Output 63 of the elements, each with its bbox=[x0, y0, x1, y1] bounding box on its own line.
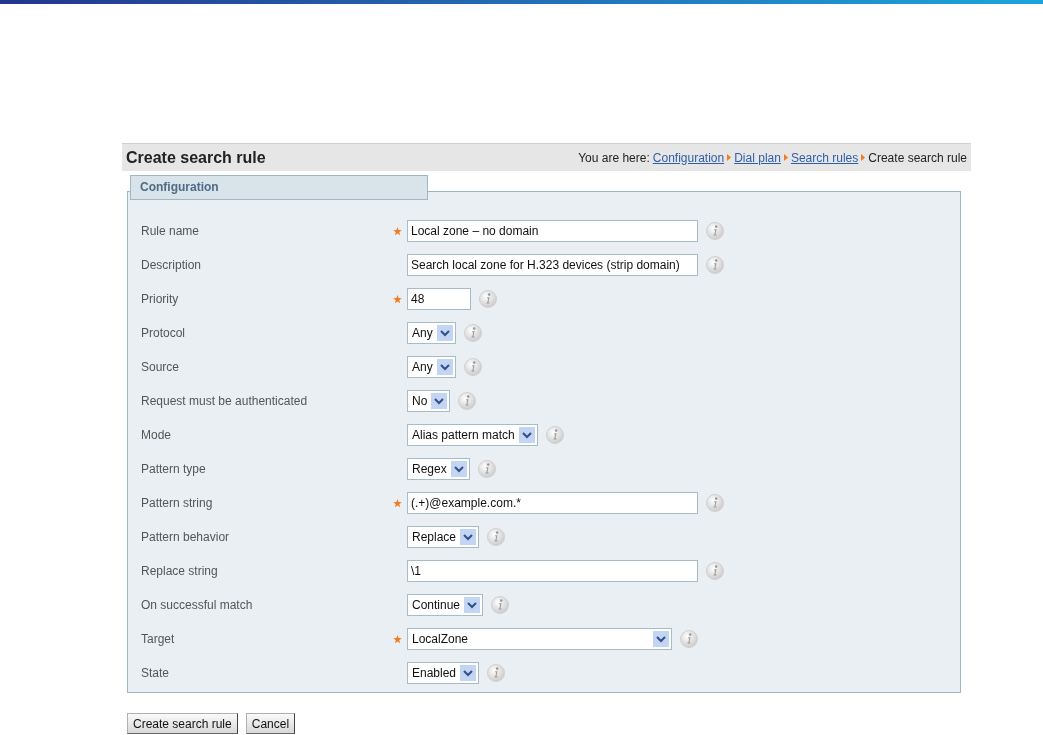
info-icon[interactable] bbox=[487, 664, 506, 682]
field-label: Priority bbox=[141, 291, 180, 308]
breadcrumb-current: Create search rule bbox=[868, 149, 967, 167]
chevron-down-icon bbox=[460, 529, 477, 545]
info-icon[interactable] bbox=[479, 290, 497, 308]
dropdown[interactable]: Any bbox=[407, 356, 456, 378]
breadcrumb-label: You are here: bbox=[578, 149, 650, 167]
chevron-down-icon bbox=[653, 631, 669, 647]
info-icon[interactable] bbox=[706, 222, 724, 240]
arrow-icon bbox=[783, 154, 788, 161]
info-icon[interactable] bbox=[545, 426, 564, 444]
field-label: State bbox=[141, 665, 171, 682]
dropdown[interactable]: Replace bbox=[407, 526, 480, 548]
chevron-down-icon bbox=[431, 393, 448, 409]
chevron-down-icon bbox=[450, 461, 467, 477]
dropdown[interactable]: Enabled bbox=[407, 662, 480, 684]
dropdown[interactable]: Any bbox=[407, 322, 456, 344]
field-label: Pattern type bbox=[141, 461, 207, 478]
chevron-down-icon bbox=[464, 597, 481, 613]
dropdown[interactable]: No bbox=[407, 390, 451, 412]
chevron-down-icon bbox=[436, 359, 453, 375]
chevron-down-icon bbox=[460, 665, 477, 681]
text-field[interactable]: 48 bbox=[407, 288, 471, 310]
form-button[interactable]: Create search rule bbox=[127, 713, 238, 734]
field-label: Mode bbox=[141, 427, 173, 444]
text-field[interactable]: Search local zone for H.323 devices (strip domain) bbox=[407, 254, 698, 276]
field-label: Request must be authenticated bbox=[141, 393, 309, 410]
page-title: Create search rule bbox=[126, 147, 266, 168]
chevron-down-icon bbox=[518, 427, 535, 443]
dropdown[interactable]: Alias pattern match bbox=[407, 424, 538, 446]
dropdown[interactable]: Regex bbox=[407, 458, 470, 480]
field-label: Target bbox=[141, 631, 176, 648]
info-icon[interactable] bbox=[706, 256, 724, 274]
chevron-down-icon bbox=[436, 325, 453, 341]
info-icon[interactable] bbox=[463, 324, 482, 342]
text-field[interactable]: Local zone – no domain bbox=[407, 220, 698, 242]
field-label: Protocol bbox=[141, 325, 187, 342]
info-icon[interactable] bbox=[458, 392, 477, 410]
info-icon[interactable] bbox=[491, 596, 510, 614]
arrow-icon bbox=[727, 154, 732, 161]
text-field[interactable]: \1 bbox=[407, 560, 698, 582]
field-label: Replace string bbox=[141, 563, 219, 580]
field-label: Pattern behavior bbox=[141, 529, 231, 546]
field-label: Source bbox=[141, 359, 181, 376]
section-legend: Configuration bbox=[130, 175, 428, 200]
info-icon[interactable] bbox=[706, 562, 724, 580]
info-icon[interactable] bbox=[487, 528, 506, 546]
info-icon[interactable] bbox=[680, 630, 698, 648]
text-field[interactable]: (.+)@example.com.* bbox=[407, 492, 698, 514]
info-icon[interactable] bbox=[706, 494, 724, 512]
arrow-icon bbox=[861, 154, 866, 161]
dropdown[interactable]: LocalZone bbox=[407, 628, 672, 650]
field-label: Rule name bbox=[141, 223, 201, 240]
dropdown[interactable]: Continue bbox=[407, 594, 484, 616]
info-icon[interactable] bbox=[463, 358, 482, 376]
info-icon[interactable] bbox=[477, 460, 496, 478]
breadcrumb-link[interactable]: Dial plan bbox=[734, 148, 781, 167]
field-label: Pattern string bbox=[141, 495, 214, 512]
field-label: On successful match bbox=[141, 597, 254, 614]
breadcrumb-link[interactable]: Configuration bbox=[652, 148, 725, 167]
form-button[interactable]: Cancel bbox=[245, 713, 296, 734]
field-label: Description bbox=[141, 257, 203, 274]
breadcrumb-link[interactable]: Search rules bbox=[790, 148, 859, 167]
